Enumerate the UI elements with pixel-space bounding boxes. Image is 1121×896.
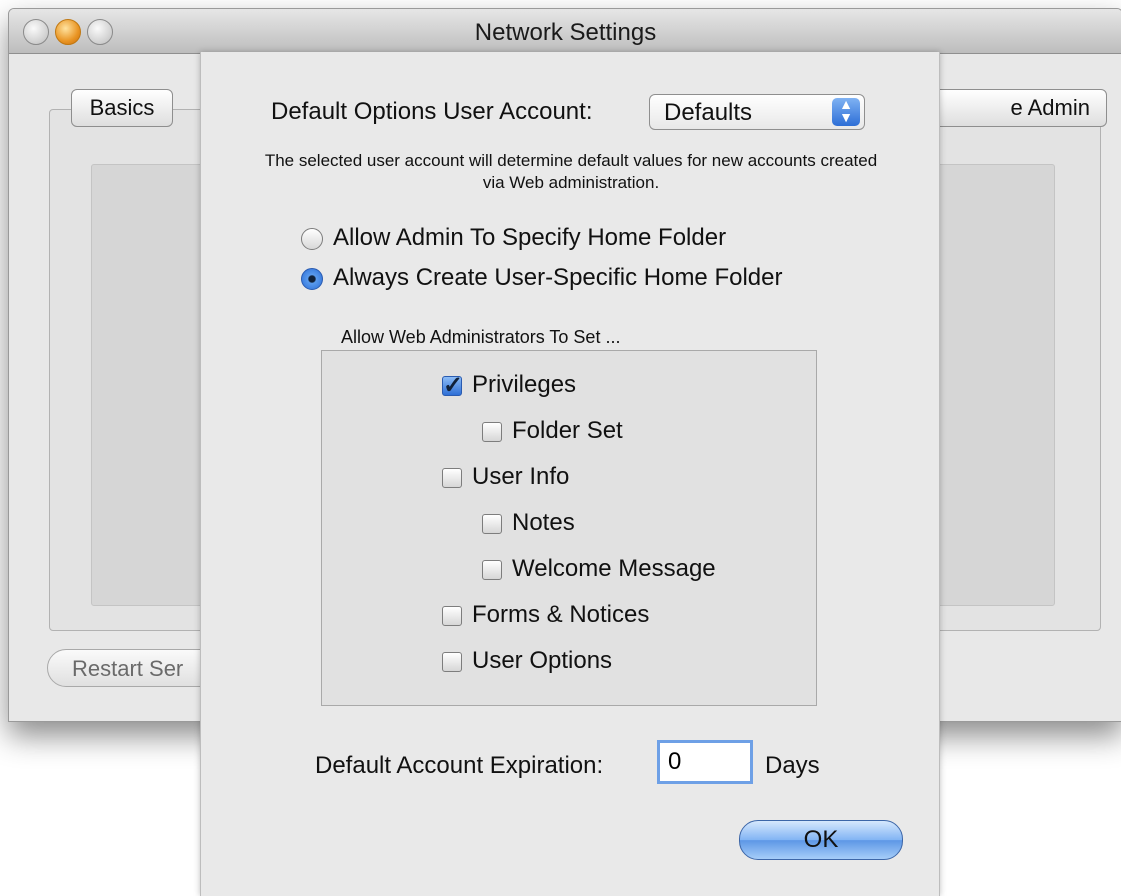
checkbox[interactable] [442,468,462,488]
tab-basics[interactable]: Basics [71,89,173,127]
checkbox[interactable]: ✓ [442,372,463,399]
ok-button[interactable]: OK [739,820,903,860]
window-title: Network Settings [474,19,657,46]
expiration-unit: Days [765,752,820,779]
checkbox[interactable] [442,606,462,626]
title-bar[interactable]: Network Settings [9,9,1121,54]
checkbox[interactable] [482,560,502,580]
updown-arrows-icon: ▲ ▼ [832,97,860,126]
default-options-sheet: Default Options User Account: Defaults ▲… [200,52,940,896]
account-select-value: Defaults [664,99,753,126]
account-description: The selected user account will determine… [264,151,878,192]
checkbox-label: Welcome Message [512,555,716,582]
checkbox-label: Forms & Notices [472,601,650,628]
expiration-label: Default Account Expiration: [315,752,604,779]
group-title: Allow Web Administrators To Set ... [341,327,621,347]
account-select[interactable]: Defaults ▲ ▼ [649,94,865,130]
checkbox-label: Folder Set [512,417,623,444]
checkmark-icon: ✓ [443,372,464,399]
checkbox[interactable] [442,652,462,672]
account-label: Default Options User Account: [271,98,593,125]
radio-button[interactable] [301,228,323,250]
checkbox-label: Privileges [472,371,577,398]
checkbox[interactable] [482,422,502,442]
expiration-days-input[interactable] [657,740,753,784]
checkbox-label: User Info [472,463,570,490]
radio-label: Allow Admin To Specify Home Folder [333,224,727,251]
checkbox-label: User Options [472,647,613,674]
radio-button-selected[interactable] [301,268,323,290]
permissions-group: ✓ Privileges Folder Set User Info Notes … [321,350,817,706]
radio-label: Always Create User-Specific Home Folder [333,264,783,291]
checkbox[interactable] [482,514,502,534]
checkbox-label: Notes [512,509,575,536]
